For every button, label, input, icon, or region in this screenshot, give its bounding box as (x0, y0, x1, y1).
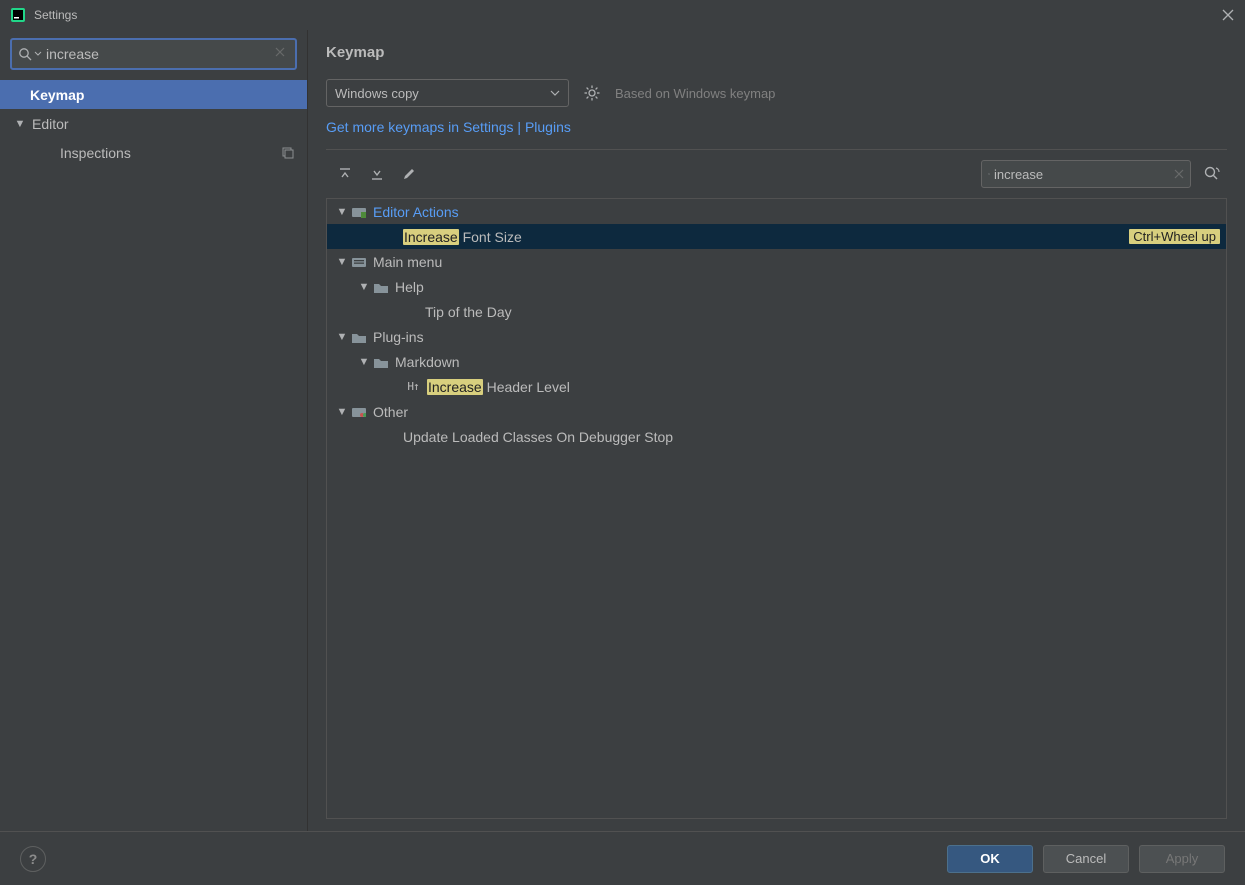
close-icon[interactable] (1221, 8, 1235, 22)
tree-label: Main menu (373, 254, 442, 270)
tree-label: Plug-ins (373, 329, 424, 345)
sidebar-item-editor[interactable]: ▼ Editor (0, 109, 307, 138)
based-on-hint: Based on Windows keymap (615, 86, 775, 101)
chevron-down-icon: ▼ (357, 281, 371, 293)
folder-icon (373, 279, 389, 295)
help-button[interactable]: ? (20, 846, 46, 872)
header-level-icon: H↑ (405, 379, 421, 395)
tree-cat-main-menu[interactable]: ▼ Main menu (327, 249, 1226, 274)
tree-cat-help[interactable]: ▼ Help (327, 274, 1226, 299)
chevron-down-icon: ▼ (14, 118, 26, 130)
chevron-down-icon (550, 88, 560, 98)
sidebar-item-label: Inspections (60, 145, 131, 161)
shortcut-badge: Ctrl+Wheel up (1129, 229, 1220, 244)
chevron-down-icon: ▼ (335, 406, 349, 418)
apply-button[interactable]: Apply (1139, 845, 1225, 873)
tree-cat-plugins[interactable]: ▼ Plug-ins (327, 324, 1226, 349)
tree-label: Help (395, 279, 424, 295)
edit-icon[interactable] (396, 161, 422, 187)
tree-label: Tip of the Day (425, 304, 512, 320)
dialog-button-bar: ? OK Cancel Apply (0, 831, 1245, 885)
folder-icon (351, 254, 367, 270)
find-by-shortcut-icon[interactable] (1203, 165, 1223, 183)
divider (326, 149, 1227, 150)
tree-item-increase-header-level[interactable]: H↑ Increase Header Level (327, 374, 1226, 399)
tree-label: Editor Actions (373, 204, 459, 220)
folder-icon (373, 354, 389, 370)
folder-icon (351, 204, 367, 220)
gear-icon[interactable] (583, 84, 601, 102)
tree-label: Other (373, 404, 408, 420)
chevron-down-icon: ▼ (335, 206, 349, 218)
sidebar: Keymap ▼ Editor Inspections (0, 30, 308, 831)
keymap-scheme-dropdown[interactable]: Windows copy (326, 79, 569, 107)
sidebar-search-input[interactable] (42, 44, 275, 64)
content-pane: Keymap Windows copy Based on Windows key… (308, 30, 1245, 831)
folder-icon (351, 329, 367, 345)
tree-cat-markdown[interactable]: ▼ Markdown (327, 349, 1226, 374)
tree-item-increase-font-size[interactable]: Increase Font Size Ctrl+Wheel up (327, 224, 1226, 249)
chevron-down-icon: ▼ (335, 256, 349, 268)
tree-label: Increase Header Level (427, 379, 570, 395)
keymap-tree[interactable]: ▼ Editor Actions Increase Font Size Ctrl… (326, 198, 1227, 819)
tree-label: Update Loaded Classes On Debugger Stop (403, 429, 673, 445)
tree-cat-other[interactable]: ▼ Other (327, 399, 1226, 424)
keymap-search[interactable] (981, 160, 1191, 188)
tree-cat-editor-actions[interactable]: ▼ Editor Actions (327, 199, 1226, 224)
tree-item-update-classes[interactable]: Update Loaded Classes On Debugger Stop (327, 424, 1226, 449)
sidebar-item-label: Keymap (30, 87, 84, 103)
keymap-toolbar (326, 156, 1227, 194)
sidebar-item-label: Editor (32, 116, 69, 132)
tree-item-tip-of-day[interactable]: Tip of the Day (327, 299, 1226, 324)
dialog-title: Settings (34, 8, 77, 22)
copy-icon (281, 146, 295, 160)
cancel-button[interactable]: Cancel (1043, 845, 1129, 873)
app-icon (10, 7, 26, 23)
clear-icon[interactable] (275, 47, 289, 61)
clear-icon[interactable] (1174, 169, 1184, 179)
tree-label: Markdown (395, 354, 460, 370)
page-title: Keymap (326, 44, 1227, 61)
ok-button[interactable]: OK (947, 845, 1033, 873)
folder-icon (351, 404, 367, 420)
chevron-down-icon: ▼ (335, 331, 349, 343)
chevron-down-icon: ▼ (357, 356, 371, 368)
titlebar: Settings (0, 0, 1245, 30)
sidebar-tree: Keymap ▼ Editor Inspections (0, 78, 307, 831)
keymap-search-input[interactable] (990, 167, 1174, 182)
sidebar-item-inspections[interactable]: Inspections (0, 138, 307, 167)
tree-label: Increase Font Size (403, 229, 522, 245)
get-more-keymaps-link[interactable]: Get more keymaps in Settings | Plugins (326, 119, 1227, 135)
settings-dialog: Settings Keymap (0, 0, 1245, 885)
sidebar-item-keymap[interactable]: Keymap (0, 80, 307, 109)
chevron-down-icon (34, 50, 42, 58)
dropdown-label: Windows copy (335, 86, 419, 101)
search-icon (18, 47, 32, 61)
collapse-all-icon[interactable] (364, 161, 390, 187)
sidebar-search[interactable] (10, 38, 297, 70)
expand-all-icon[interactable] (332, 161, 358, 187)
